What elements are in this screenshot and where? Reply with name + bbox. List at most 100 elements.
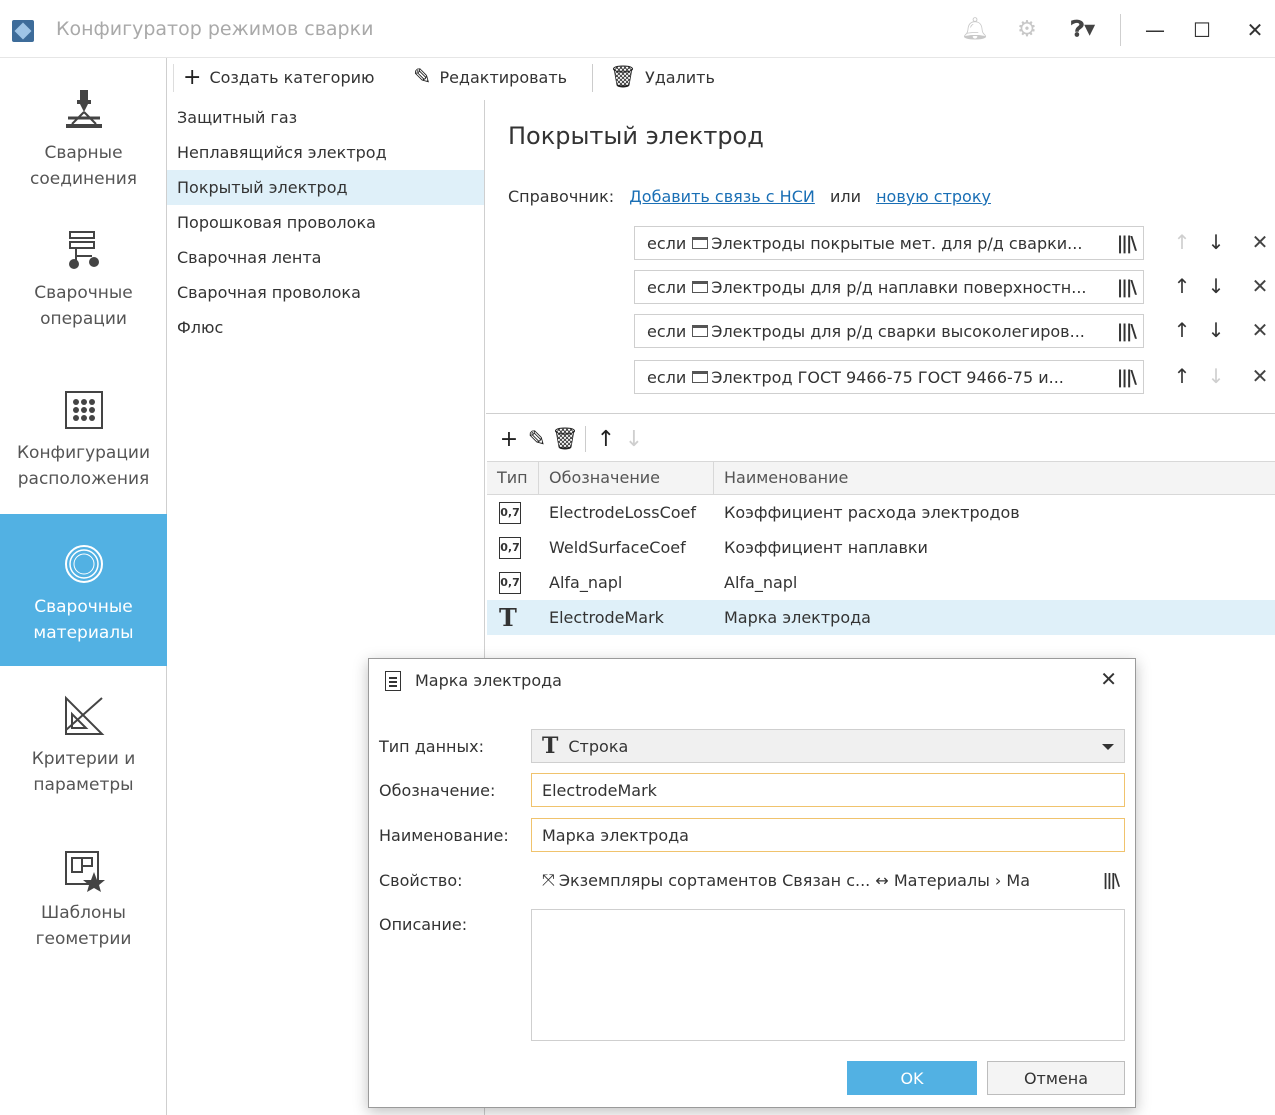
delete-label: Удалить xyxy=(644,67,715,87)
edit-label: Редактировать xyxy=(439,67,568,87)
condition-text: Электрод ГОСТ 9466-75 ГОСТ 9466-75 и... xyxy=(711,367,1064,387)
property-field[interactable]: ⤧ Экземпляры сортаментов Связан с... ↔ М… xyxy=(531,863,1125,897)
datatype-select[interactable]: T Строка xyxy=(531,729,1125,763)
category-item[interactable]: Сварочная проволока xyxy=(167,275,484,310)
condition-row[interactable]: если Электроды для р/д сварки высоколеги… xyxy=(634,314,1144,348)
move-up-icon[interactable]: ↑ xyxy=(1172,274,1192,298)
nav-item-geometry-templates[interactable]: Шаблоны геометрии xyxy=(0,848,167,952)
description-field[interactable] xyxy=(531,909,1125,1041)
toolbar-grip xyxy=(173,64,174,92)
row-code: Alfa_napl xyxy=(549,573,623,592)
minimize-icon[interactable]: — xyxy=(1135,14,1175,46)
move-down-icon[interactable]: ↓ xyxy=(1206,318,1226,342)
move-up-icon[interactable]: ↑ xyxy=(1172,318,1192,342)
library-icon[interactable]: |||\ xyxy=(1117,277,1137,298)
wire-coil-icon xyxy=(64,545,103,583)
table-row-selected[interactable]: T ElectrodeMark Марка электрода xyxy=(487,600,1275,635)
help-icon[interactable]: ❓︎▾ xyxy=(1058,14,1108,44)
move-up-icon[interactable]: ↑ xyxy=(592,427,620,452)
nav-label: Конфигурации xyxy=(16,443,151,463)
move-down-icon: ↓ xyxy=(1207,364,1225,388)
move-down-icon: ↓ xyxy=(624,426,644,452)
table-row[interactable]: 0,7 WeldSurfaceCoef Коэффициент наплавки xyxy=(487,530,1275,565)
nav-item-layout-configurations[interactable]: Конфигурации расположения xyxy=(0,388,167,492)
category-item[interactable]: Сварочная лента xyxy=(167,240,484,275)
library-icon[interactable]: |||\ xyxy=(1117,233,1137,254)
title-bar: Конфигуратор режимов сварки 🔔︎ ⚙ ❓︎▾ — ☐… xyxy=(0,0,1275,58)
detail-title: Покрытый электрод xyxy=(508,122,764,150)
column-header-code[interactable]: Обозначение xyxy=(539,462,714,494)
remove-condition-icon[interactable]: ✕ xyxy=(1250,318,1270,342)
code-field[interactable]: ElectrodeMark xyxy=(531,773,1125,807)
chevron-down-icon xyxy=(1102,744,1114,750)
gear-icon[interactable]: ⚙ xyxy=(1012,14,1042,44)
dialog-close-icon[interactable]: ✕ xyxy=(1100,667,1117,691)
number-type-icon: 0,7 xyxy=(499,572,521,594)
nav-item-welding-operations[interactable]: Сварочные операции xyxy=(0,228,167,332)
nav-item-welded-joints[interactable]: Сварные соединения xyxy=(0,88,167,192)
edit-button[interactable]: ✎ Редактировать xyxy=(413,64,567,90)
column-header-name[interactable]: Наименование xyxy=(714,462,1274,494)
create-category-button[interactable]: + Создать категорию xyxy=(183,64,374,90)
row-code: ElectrodeMark xyxy=(549,608,664,627)
remove-condition-icon[interactable]: ✕ xyxy=(1250,364,1270,388)
name-label: Наименование: xyxy=(379,826,509,845)
delete-button[interactable]: 🗑︎ Удалить xyxy=(609,64,715,90)
description-label: Описание: xyxy=(379,915,468,934)
row-name: Марка электрода xyxy=(724,608,871,627)
move-up-icon[interactable]: ↑ xyxy=(1172,364,1192,388)
string-type-icon: T xyxy=(499,602,517,632)
category-item[interactable]: Флюс xyxy=(167,310,484,345)
nav-item-welding-materials[interactable]: Сварочные материалы xyxy=(0,514,167,666)
remove-condition-icon[interactable]: ✕ xyxy=(1250,274,1270,298)
condition-row[interactable]: если Электрод ГОСТ 9466-75 ГОСТ 9466-75 … xyxy=(634,360,1144,394)
category-toolbar: + Создать категорию ✎ Редактировать 🗑︎ У… xyxy=(167,58,1275,94)
bell-icon[interactable]: 🔔︎ xyxy=(960,14,990,44)
library-icon[interactable]: |||\ xyxy=(1117,367,1137,388)
library-icon[interactable]: |||\ xyxy=(1103,870,1120,889)
number-type-icon: 0,7 xyxy=(499,502,521,524)
delete-parameter-icon[interactable]: 🗑︎ xyxy=(551,427,579,452)
move-down-icon[interactable]: ↓ xyxy=(1206,230,1226,254)
trash-icon: 🗑︎ xyxy=(609,64,637,90)
column-header-type[interactable]: Тип xyxy=(487,462,539,494)
close-icon[interactable]: ✕ xyxy=(1235,14,1275,46)
pencil-icon: ✎ xyxy=(413,64,432,90)
remove-condition-icon[interactable]: ✕ xyxy=(1250,230,1270,254)
nav-item-criteria-parameters[interactable]: Критерии и параметры xyxy=(0,694,167,798)
condition-row[interactable]: если Электроды покрытые мет. для р/д сва… xyxy=(634,226,1144,260)
template-star-icon xyxy=(64,851,105,892)
row-name: Alfa_napl xyxy=(724,573,798,592)
move-down-icon[interactable]: ↓ xyxy=(1206,274,1226,298)
condition-text: Электроды для р/д сварки высоколегиров..… xyxy=(711,321,1085,341)
table-row[interactable]: 0,7 ElectrodeLossCoef Коэффициент расход… xyxy=(487,495,1275,530)
category-item-selected[interactable]: Покрытый электрод xyxy=(167,170,484,205)
folder-icon xyxy=(692,237,709,249)
link-icon: ⤧ xyxy=(542,870,555,889)
condition-row[interactable]: если Электроды для р/д наплавки поверхно… xyxy=(634,270,1144,304)
maximize-icon[interactable]: ☐ xyxy=(1182,14,1222,46)
category-item[interactable]: Порошковая проволока xyxy=(167,205,484,240)
library-icon[interactable]: |||\ xyxy=(1117,321,1137,342)
reference-row: Справочник: Добавить связь с НСИ или нов… xyxy=(508,187,991,206)
nav-label: Критерии и xyxy=(31,749,136,769)
category-item[interactable]: Неплавящийся электрод xyxy=(167,135,484,170)
add-nsi-link[interactable]: Добавить связь с НСИ xyxy=(629,187,815,206)
new-row-link[interactable]: новую строку xyxy=(876,187,991,206)
cancel-button[interactable]: Отмена xyxy=(987,1061,1125,1095)
nav-label: Сварочные xyxy=(34,283,133,303)
panel-divider xyxy=(486,413,1275,414)
nav-label: расположения xyxy=(17,469,150,489)
name-field[interactable]: Марка электрода xyxy=(531,818,1125,852)
document-icon xyxy=(385,671,401,691)
category-item[interactable]: Защитный газ xyxy=(167,100,484,135)
table-row[interactable]: 0,7 Alfa_napl Alfa_napl xyxy=(487,565,1275,600)
nav-label: Шаблоны xyxy=(41,903,126,923)
row-code: WeldSurfaceCoef xyxy=(549,538,686,557)
folder-icon xyxy=(692,281,709,293)
ok-button[interactable]: OK xyxy=(847,1061,977,1095)
condition-text: Электроды покрытые мет. для р/д сварки..… xyxy=(711,233,1083,253)
dialog-title: Марка электрода xyxy=(415,671,562,690)
add-parameter-icon[interactable]: + xyxy=(495,427,523,452)
edit-parameter-icon[interactable]: ✎ xyxy=(523,427,551,452)
